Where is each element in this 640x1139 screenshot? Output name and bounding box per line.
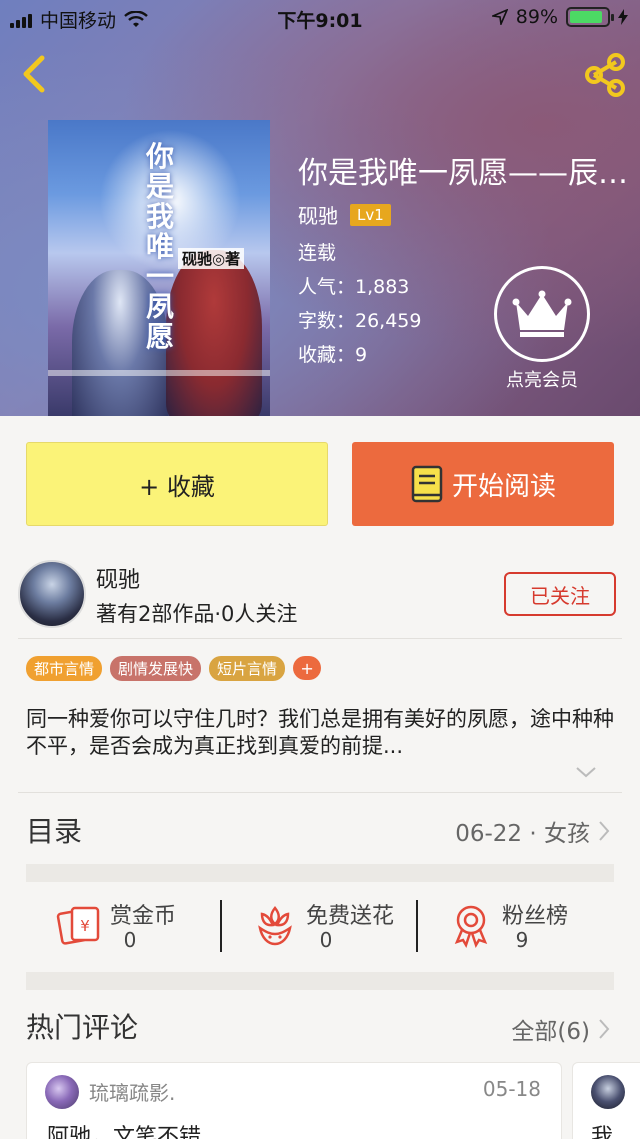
latest-chapter-text: 06-22 · 女孩: [455, 821, 590, 847]
commenter-name[interactable]: 琉璃疏影.: [89, 1077, 175, 1106]
divider: [18, 638, 622, 639]
author-avatar[interactable]: [18, 560, 86, 628]
section-gap: [26, 864, 614, 882]
book-author[interactable]: 砚驰: [298, 200, 338, 229]
genre-tag[interactable]: 短片言情: [209, 656, 286, 681]
comment-text: 我: [591, 1125, 614, 1139]
gold-coin-icon: ¥: [56, 906, 100, 945]
popularity-stat: 人气：1,883: [298, 276, 410, 298]
synopsis-text: 同一种爱你可以守住几时？我们总是拥有美好的夙愿，途中种种不平，是否会成为真正找到…: [26, 707, 614, 758]
status-bar: 中国移动 下午9:01 89%: [0, 0, 640, 36]
vip-activate-button[interactable]: 点亮会员: [494, 266, 590, 392]
stat-label: 免费送花: [306, 904, 395, 929]
read-label: 开始阅读: [451, 471, 556, 502]
follow-button[interactable]: 已关注: [504, 572, 616, 616]
start-reading-button[interactable]: 开始阅读: [352, 442, 614, 526]
serial-status: 连载: [298, 242, 337, 264]
book-detail-page: 中国移动 下午9:01 89% 你是我唯一夙愿 砚驰◎著 你是我唯一夙愿——辰……: [0, 0, 640, 1139]
cover-author-text: 砚驰◎著: [178, 248, 245, 269]
comment-text: 阿驰，文笔不错: [47, 1125, 202, 1139]
comment-card[interactable]: 琉璃疏影. 05-18 阿驰，文笔不错: [26, 1062, 562, 1139]
battery-icon: [566, 7, 614, 27]
crown-icon: [512, 290, 572, 337]
send-flower-button[interactable]: 免费送花 0: [222, 896, 418, 956]
divider: [18, 792, 622, 793]
book-title: 你是我唯一夙愿——辰…: [298, 156, 628, 191]
book-hero-header: 中国移动 下午9:01 89% 你是我唯一夙愿 砚驰◎著 你是我唯一夙愿——辰……: [0, 0, 640, 416]
tag-list: 都市言情 剧情发展快 短片言情 +: [26, 656, 322, 681]
genre-tag[interactable]: 剧情发展快: [110, 656, 202, 681]
stat-label: 赏金币: [110, 904, 177, 929]
genre-tag[interactable]: 都市言情: [26, 656, 103, 681]
toc-latest-chapter[interactable]: 06-22 · 女孩: [455, 814, 610, 848]
favorites-stat: 收藏：9: [298, 344, 368, 366]
vip-label: 点亮会员: [506, 370, 578, 391]
add-to-collection-button[interactable]: + 收藏: [26, 442, 328, 526]
all-comments-link[interactable]: 全部(6): [511, 1012, 610, 1046]
toc-label[interactable]: 目录: [26, 810, 82, 850]
flower-icon: [258, 906, 292, 946]
hot-comments-label: 热门评论: [26, 1011, 139, 1044]
charging-icon: [618, 9, 628, 25]
more-tags-button[interactable]: +: [293, 656, 322, 680]
svg-text:¥: ¥: [80, 917, 90, 935]
battery-level: [570, 11, 603, 23]
stat-count: 0: [319, 928, 333, 952]
stat-count: 0: [123, 928, 137, 952]
commenter-avatar[interactable]: [591, 1075, 625, 1109]
fan-ranking-button[interactable]: 粉丝榜 9: [418, 896, 614, 956]
all-comments-label: 全部(6): [511, 1019, 590, 1045]
stat-label: 粉丝榜: [502, 904, 569, 929]
cover-title-text: 你是我唯一夙愿: [146, 140, 175, 353]
author-meta: 著有2部作品·0人关注: [96, 602, 298, 626]
section-gap: [26, 972, 614, 990]
location-arrow-icon: [491, 9, 508, 25]
follow-label: 已关注: [530, 583, 590, 608]
medal-icon: [454, 905, 488, 948]
comment-card[interactable]: 我: [572, 1062, 640, 1139]
word-count-stat: 字数：26,459: [298, 310, 422, 332]
chevron-right-icon: [599, 821, 610, 841]
chevron-right-icon: [599, 1019, 610, 1039]
book-cover[interactable]: 你是我唯一夙愿 砚驰◎著: [48, 120, 270, 416]
back-button[interactable]: [14, 52, 54, 96]
comment-date: 05-18: [482, 1077, 541, 1101]
author-name[interactable]: 砚驰: [96, 562, 140, 594]
battery-percent: 89%: [515, 6, 558, 28]
share-button[interactable]: [582, 52, 628, 98]
commenter-avatar[interactable]: [45, 1075, 79, 1109]
author-level-badge: Lv1: [350, 203, 391, 226]
chevron-down-icon[interactable]: [574, 762, 598, 782]
book-icon: [411, 465, 443, 503]
reward-coins-button[interactable]: ¥ 赏金币 0: [26, 896, 222, 956]
collect-label: + 收藏: [139, 472, 215, 501]
stat-count: 9: [515, 928, 529, 952]
